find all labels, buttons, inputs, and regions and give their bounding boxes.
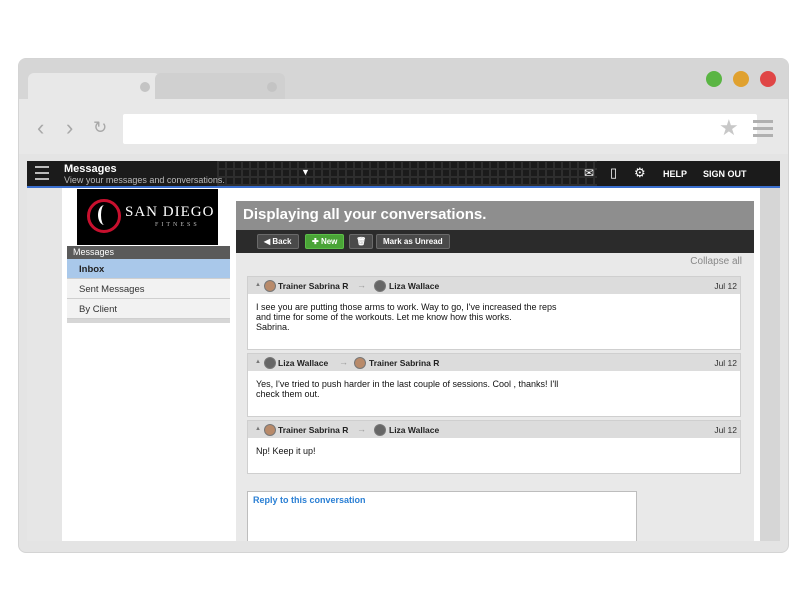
back-button[interactable]: ◀ Back — [257, 234, 299, 249]
collapse-toggle-icon[interactable]: ▲ — [255, 426, 261, 432]
header-title: Messages — [64, 163, 117, 175]
avatar-icon — [264, 280, 276, 292]
help-link[interactable]: HELP — [663, 169, 687, 179]
star-icon[interactable]: ★ — [719, 116, 739, 140]
sidebar-item-by-client[interactable]: By Client — [67, 299, 230, 319]
message-line: Np! Keep it up! — [256, 446, 316, 456]
page-viewport: Messages View your messages and conversa… — [27, 161, 780, 541]
arrow-right-icon: → — [357, 280, 366, 290]
message-header: ▲ Liza Wallace → Trainer Sabrina R Jul 1… — [248, 354, 740, 371]
message-line: and time for some of the workouts. Let m… — [256, 312, 512, 322]
back-button-label: Back — [272, 237, 292, 246]
message-body: I see you are putting those arms to work… — [248, 294, 740, 340]
tab-close-icon[interactable] — [140, 82, 150, 92]
sidebar-item-sent-messages[interactable]: Sent Messages — [67, 279, 230, 299]
message-line: Sabrina. — [256, 322, 290, 332]
logo-mark — [87, 199, 121, 233]
gear-icon[interactable]: ⚙ — [634, 166, 646, 179]
message-sender: Trainer Sabrina R — [278, 425, 349, 435]
brand-logo: SAN DIEGO FITNESS — [77, 189, 218, 245]
message-recipient: Trainer Sabrina R — [369, 358, 440, 368]
trash-icon[interactable]: 🗑 — [349, 234, 374, 249]
forward-icon[interactable]: › — [66, 117, 73, 139]
message-body: Yes, I've tried to push harder in the la… — [248, 371, 740, 407]
arrow-right-icon: → — [357, 424, 366, 434]
avatar-icon — [374, 280, 386, 292]
new-button-label: New — [320, 237, 338, 246]
logo-brand: SAN DIEGO — [125, 204, 215, 220]
url-input[interactable] — [123, 114, 757, 144]
tab-bar — [19, 59, 788, 99]
page-title: Displaying all your conversations. — [236, 201, 754, 230]
mobile-icon[interactable]: ▯ — [610, 166, 617, 179]
close-window-button[interactable] — [760, 71, 776, 87]
scrollbar[interactable] — [760, 188, 780, 541]
message-line: check them out. — [256, 389, 320, 399]
message-body: Np! Keep it up! — [248, 438, 740, 464]
message-date: Jul 12 — [714, 358, 737, 368]
header-pattern — [217, 161, 597, 186]
browser-tab[interactable] — [155, 73, 285, 99]
message-header: ▲ Trainer Sabrina R → Liza Wallace Jul 1… — [248, 277, 740, 294]
tab-close-icon[interactable] — [267, 82, 277, 92]
dropdown-caret-icon[interactable]: ▼ — [301, 167, 310, 177]
mail-icon[interactable]: ✉ — [584, 167, 594, 179]
message-card[interactable]: ▲ Liza Wallace → Trainer Sabrina R Jul 1… — [247, 353, 741, 417]
browser-menu-icon[interactable] — [753, 120, 773, 141]
avatar-icon — [374, 424, 386, 436]
message-header: ▲ Trainer Sabrina R → Liza Wallace Jul 1… — [248, 421, 740, 438]
collapse-toggle-icon[interactable]: ▲ — [255, 282, 261, 288]
hamburger-icon[interactable] — [35, 166, 49, 184]
maximize-button[interactable] — [706, 71, 722, 87]
avatar-icon — [264, 424, 276, 436]
browser-tab-active[interactable] — [28, 73, 160, 99]
conversation-panel: Displaying all your conversations. ◀ Bac… — [236, 201, 754, 541]
sidebar-footer — [67, 319, 230, 323]
toolbar: ◀ Back ✚ New 🗑 Mark as Unread — [236, 230, 754, 253]
page-content: SAN DIEGO FITNESS Messages Inbox Sent Me… — [62, 188, 760, 541]
message-recipient: Liza Wallace — [389, 281, 440, 291]
sign-out-link[interactable]: SIGN OUT — [703, 169, 747, 179]
reload-icon[interactable]: ↻ — [93, 117, 107, 139]
avatar-icon — [354, 357, 366, 369]
reply-box[interactable]: Reply to this conversation — [247, 491, 637, 541]
message-date: Jul 12 — [714, 425, 737, 435]
collapse-all-link[interactable]: Collapse all — [690, 256, 742, 267]
avatar-icon — [264, 357, 276, 369]
arrow-right-icon: → — [339, 357, 348, 367]
new-button[interactable]: ✚ New — [305, 234, 345, 249]
browser-window: ‹ › ↻ ★ Messages View your messages and … — [18, 58, 789, 553]
back-icon[interactable]: ‹ — [37, 117, 44, 139]
message-card[interactable]: ▲ Trainer Sabrina R → Liza Wallace Jul 1… — [247, 420, 741, 474]
header-subtitle: View your messages and conversations. — [64, 175, 225, 185]
sidebar-heading: Messages — [67, 246, 230, 259]
message-date: Jul 12 — [714, 281, 737, 291]
minimize-button[interactable] — [733, 71, 749, 87]
message-line: I see you are putting those arms to work… — [256, 302, 557, 312]
message-card[interactable]: ▲ Trainer Sabrina R → Liza Wallace Jul 1… — [247, 276, 741, 350]
message-sender: Trainer Sabrina R — [278, 281, 349, 291]
collapse-toggle-icon[interactable]: ▲ — [255, 359, 261, 365]
logo-tagline: FITNESS — [155, 222, 200, 228]
sidebar-item-inbox[interactable]: Inbox — [67, 259, 230, 279]
message-line: Yes, I've tried to push harder in the la… — [256, 379, 559, 389]
reply-label[interactable]: Reply to this conversation — [248, 492, 636, 508]
message-recipient: Liza Wallace — [389, 425, 440, 435]
sidebar: Messages Inbox Sent Messages By Client — [67, 246, 230, 323]
app-header: Messages View your messages and conversa… — [27, 161, 780, 188]
message-sender: Liza Wallace — [278, 358, 329, 368]
mark-unread-button[interactable]: Mark as Unread — [376, 234, 450, 249]
